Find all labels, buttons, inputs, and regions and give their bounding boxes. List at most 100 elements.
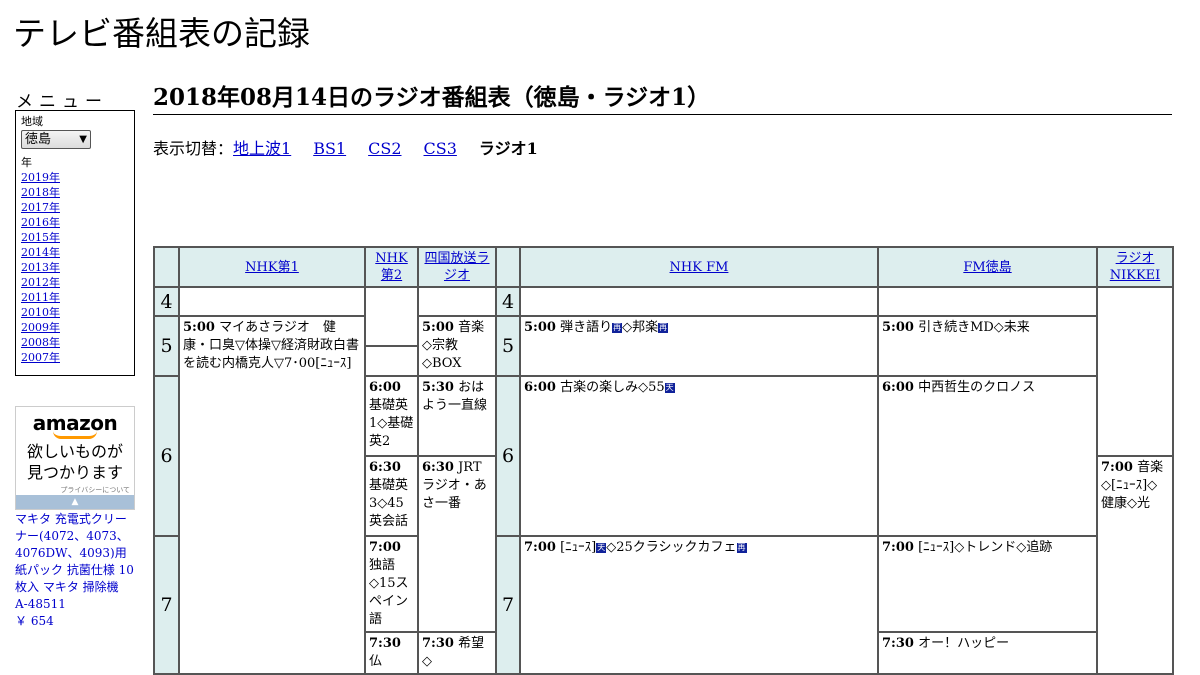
hour-cell: 7 bbox=[153, 535, 180, 675]
program-cell[interactable]: 5:00 弾き語り再◇邦楽再 bbox=[519, 315, 879, 377]
program-cell[interactable]: 5:30 おはよう一直線 bbox=[417, 375, 497, 457]
program-cell[interactable]: 7:00 [ﾆｭｰｽ]◇トレンド◇追跡 bbox=[877, 535, 1098, 633]
program-title: ◇25クラシックカフェ bbox=[606, 540, 737, 555]
switch-link-terrestrial1[interactable]: 地上波1 bbox=[233, 139, 291, 158]
amazon-logo: amazon bbox=[32, 411, 118, 435]
site-title: テレビ番組表の記録 bbox=[13, 14, 310, 53]
table-row: 5 5:00 マイあさラジオ 健康・口臭▽体操▽経済財政白書を読む内橋克人▽7･… bbox=[153, 315, 1173, 675]
hour-header bbox=[153, 246, 180, 288]
hour-cell: 7 bbox=[495, 535, 521, 675]
ad-copy-line2: 見つかります bbox=[26, 463, 123, 482]
program-time: 6:30 bbox=[422, 460, 454, 475]
page-heading: 2018年08月14日のラジオ番組表（徳島・ラジオ1） bbox=[153, 84, 1172, 115]
year-link[interactable]: 2018年 bbox=[21, 186, 60, 199]
program-title: 古楽の楽しみ◇55 bbox=[560, 380, 665, 395]
program-cell bbox=[1096, 286, 1174, 457]
program-time: 7:00 bbox=[882, 540, 914, 555]
rebroadcast-badge-icon: 再 bbox=[612, 323, 623, 333]
year-link[interactable]: 2013年 bbox=[21, 261, 60, 274]
program-cell[interactable]: 6:00 中西哲生のクロノス bbox=[877, 375, 1098, 537]
program-time: 6:00 bbox=[882, 380, 914, 395]
year-link[interactable]: 2010年 bbox=[21, 306, 60, 319]
program-cell[interactable]: 6:00 古楽の楽しみ◇55天 bbox=[519, 375, 879, 537]
year-link[interactable]: 2007年 bbox=[21, 351, 60, 364]
channel-link-shikoku[interactable]: 四国放送ラジオ bbox=[424, 251, 489, 283]
program-title: ◇邦楽 bbox=[622, 320, 659, 335]
program-time: 7:30 bbox=[369, 636, 401, 651]
program-time: 6:00 bbox=[369, 380, 401, 395]
program-title: [ﾆｭｰｽ]◇トレンド◇追跡 bbox=[918, 540, 1053, 555]
program-cell[interactable]: 6:00 基礎英1◇基礎英2 bbox=[364, 375, 419, 457]
program-cell[interactable]: 7:30 希望◇ bbox=[417, 631, 497, 675]
program-cell[interactable]: 5:00 引き続きMD◇未来 bbox=[877, 315, 1098, 377]
year-list: 2019年 2018年 2017年 2016年 2015年 2014年 2013… bbox=[21, 170, 129, 365]
program-title: 基礎英3◇45英会話 bbox=[369, 478, 409, 529]
program-title: 基礎英1◇基礎英2 bbox=[369, 398, 414, 449]
channel-link-nhk2[interactable]: NHK第2 bbox=[375, 251, 407, 283]
program-cell[interactable]: 5:00 マイあさラジオ 健康・口臭▽体操▽経済財政白書を読む内橋克人▽7･00… bbox=[178, 315, 366, 675]
program-time: 7:30 bbox=[882, 636, 914, 651]
year-link[interactable]: 2014年 bbox=[21, 246, 60, 259]
year-link[interactable]: 2008年 bbox=[21, 336, 60, 349]
year-link[interactable]: 2017年 bbox=[21, 201, 60, 214]
switch-link-cs3[interactable]: CS3 bbox=[424, 139, 457, 158]
display-switcher: 表示切替：地上波1 BS1 CS2 CS3 ラジオ1 bbox=[153, 135, 538, 159]
ad-privacy-link[interactable]: プライバシーについて bbox=[16, 485, 134, 495]
year-link[interactable]: 2009年 bbox=[21, 321, 60, 334]
program-cell[interactable]: 6:30 基礎英3◇45英会話 bbox=[364, 455, 419, 537]
channel-link-nhk1[interactable]: NHK第1 bbox=[245, 260, 299, 275]
hour-cell: 6 bbox=[153, 375, 180, 537]
hour-cell: 6 bbox=[495, 375, 521, 537]
program-time: 6:30 bbox=[369, 460, 401, 475]
program-cell[interactable]: 7:00 [ﾆｭｰｽ]天◇25クラシックカフェ再 bbox=[519, 535, 879, 675]
program-time: 5:00 bbox=[882, 320, 914, 335]
channel-link-fmtokushima[interactable]: FM徳島 bbox=[963, 260, 1011, 275]
year-link[interactable]: 2019年 bbox=[21, 171, 60, 184]
program-time: 7:30 bbox=[422, 636, 454, 651]
region-select[interactable]: 徳島 ▼ bbox=[21, 130, 91, 149]
ad-price: ￥ 654 bbox=[15, 614, 54, 628]
program-title: 中西哲生のクロノス bbox=[918, 380, 1036, 395]
ad-product-link[interactable]: マキタ 充電式クリーナー(4072、4073、4076DW、4093)用 紙パッ… bbox=[15, 511, 135, 630]
program-cell[interactable]: 5:00 音楽◇宗教◇BOX bbox=[417, 315, 497, 377]
channel-link-nhkfm[interactable]: NHK FM bbox=[670, 260, 729, 275]
hour-cell: 5 bbox=[153, 315, 180, 377]
program-cell[interactable]: 7:30 仏 bbox=[364, 631, 419, 675]
program-cell[interactable]: 7:30 オー！ハッピー bbox=[877, 631, 1098, 675]
ad-expand-arrow-icon[interactable]: ▲ bbox=[16, 495, 134, 509]
program-time: 6:00 bbox=[524, 380, 556, 395]
hour-cell: 4 bbox=[495, 286, 521, 317]
weather-badge-icon: 天 bbox=[664, 383, 675, 393]
year-link[interactable]: 2016年 bbox=[21, 216, 60, 229]
switch-link-bs1[interactable]: BS1 bbox=[313, 139, 346, 158]
program-cell[interactable]: 7:00 独語◇15スペイン語 bbox=[364, 535, 419, 633]
program-cell[interactable]: 6:30 JRTラジオ・あさ一番 bbox=[417, 455, 497, 633]
switch-link-cs2[interactable]: CS2 bbox=[368, 139, 401, 158]
year-link[interactable]: 2012年 bbox=[21, 276, 60, 289]
switch-current-radio1: ラジオ1 bbox=[478, 139, 538, 158]
program-time: 7:00 bbox=[369, 540, 401, 555]
rebroadcast-badge-icon: 再 bbox=[658, 323, 669, 333]
amazon-ad-banner[interactable]: amazon 欲しいものが 見つかります プライバシーについて ▲ bbox=[15, 406, 135, 510]
rebroadcast-badge-icon: 再 bbox=[736, 543, 747, 553]
menu-title: メニュー bbox=[16, 92, 108, 112]
program-title: 引き続きMD◇未来 bbox=[918, 320, 1030, 335]
table-row: 4 4 bbox=[153, 286, 1174, 457]
program-time: 7:00 bbox=[1101, 460, 1133, 475]
program-cell bbox=[417, 286, 497, 317]
ad-product-text[interactable]: マキタ 充電式クリーナー(4072、4073、4076DW、4093)用 紙パッ… bbox=[15, 512, 134, 611]
year-link[interactable]: 2011年 bbox=[21, 291, 60, 304]
program-time: 7:00 bbox=[524, 540, 556, 555]
year-label: 年 bbox=[21, 156, 32, 169]
program-time: 5:30 bbox=[422, 380, 454, 395]
program-title: 仏 bbox=[369, 654, 383, 669]
program-title: 弾き語り bbox=[560, 320, 613, 335]
program-cell bbox=[364, 286, 419, 347]
year-link[interactable]: 2015年 bbox=[21, 231, 60, 244]
program-cell bbox=[178, 286, 366, 317]
channel-link-nikkei[interactable]: ラジオNIKKEI bbox=[1110, 251, 1161, 283]
program-table: NHK第1 NHK第2 四国放送ラジオ NHK FM FM徳島 ラジオNIKKE… bbox=[153, 246, 1174, 675]
switcher-label: 表示切替： bbox=[153, 139, 234, 158]
menu-box: 地域 徳島 ▼ 年 2019年 2018年 2017年 2016年 2015年 … bbox=[15, 110, 135, 376]
region-label: 地域 bbox=[21, 115, 43, 128]
